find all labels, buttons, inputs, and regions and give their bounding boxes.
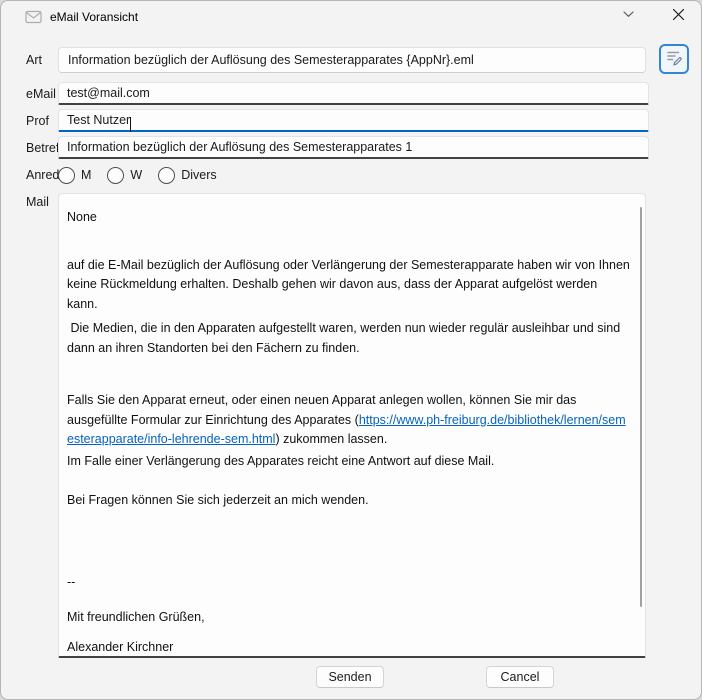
mail-paragraph: auf die E-Mail bezüglich der Auflösung o… [67,256,631,315]
anrede-radio-group: M W Divers [58,164,233,186]
send-button[interactable]: Senden [316,666,384,688]
prof-input[interactable] [58,109,649,132]
window-title: eMail Voransicht [50,10,138,24]
prof-label: Prof [26,114,49,128]
cancel-button[interactable]: Cancel [486,666,554,688]
art-select-value: Information bezüglich der Auflösung des … [68,53,474,67]
mail-paragraph: None [67,208,631,228]
art-select[interactable]: Information bezüglich der Auflösung des … [58,47,646,73]
mail-paragraph: -- [67,573,631,593]
envelope-icon [25,10,42,24]
mail-paragraph: Alexander Kirchner [67,638,631,658]
radio-m-label: M [81,168,91,182]
titlebar: eMail Voransicht [1,1,701,33]
radio-divers[interactable] [158,167,175,184]
mail-label: Mail [26,195,49,209]
cancel-button-label: Cancel [501,670,540,684]
mail-paragraph: Bei Fragen können Sie sich jederzeit an … [67,491,631,511]
mail-paragraph: Mit freundlichen Grüßen, [67,608,631,628]
mail-paragraph: Die Medien, die in den Apparaten aufgest… [67,319,631,358]
chevron-down-icon [623,11,634,18]
radio-w-label: W [130,168,142,182]
mail-paragraph: Im Falle einer Verlängerung des Apparate… [67,452,631,472]
radio-divers-label: Divers [181,168,216,182]
radio-m[interactable] [58,167,75,184]
mail-body-box[interactable]: None auf die E-Mail bezüglich der Auflösu… [58,193,646,658]
edit-list-icon [665,48,683,71]
email-label: eMail [26,87,56,101]
mail-body: None auf die E-Mail bezüglich der Auflösu… [59,194,645,658]
send-button-label: Senden [328,670,371,684]
email-input[interactable] [58,82,649,105]
email-preview-dialog: eMail Voransicht Art Information bezügli… [0,0,702,700]
scrollbar-thumb[interactable] [640,207,642,607]
radio-w[interactable] [107,167,124,184]
art-label: Art [26,53,42,67]
chevron-down-icon [680,11,691,18]
text-caret [130,117,131,132]
edit-template-button[interactable] [659,44,689,74]
betreff-input[interactable] [58,136,649,159]
mail-paragraph: Falls Sie den Apparat erneut, oder einen… [67,391,631,450]
